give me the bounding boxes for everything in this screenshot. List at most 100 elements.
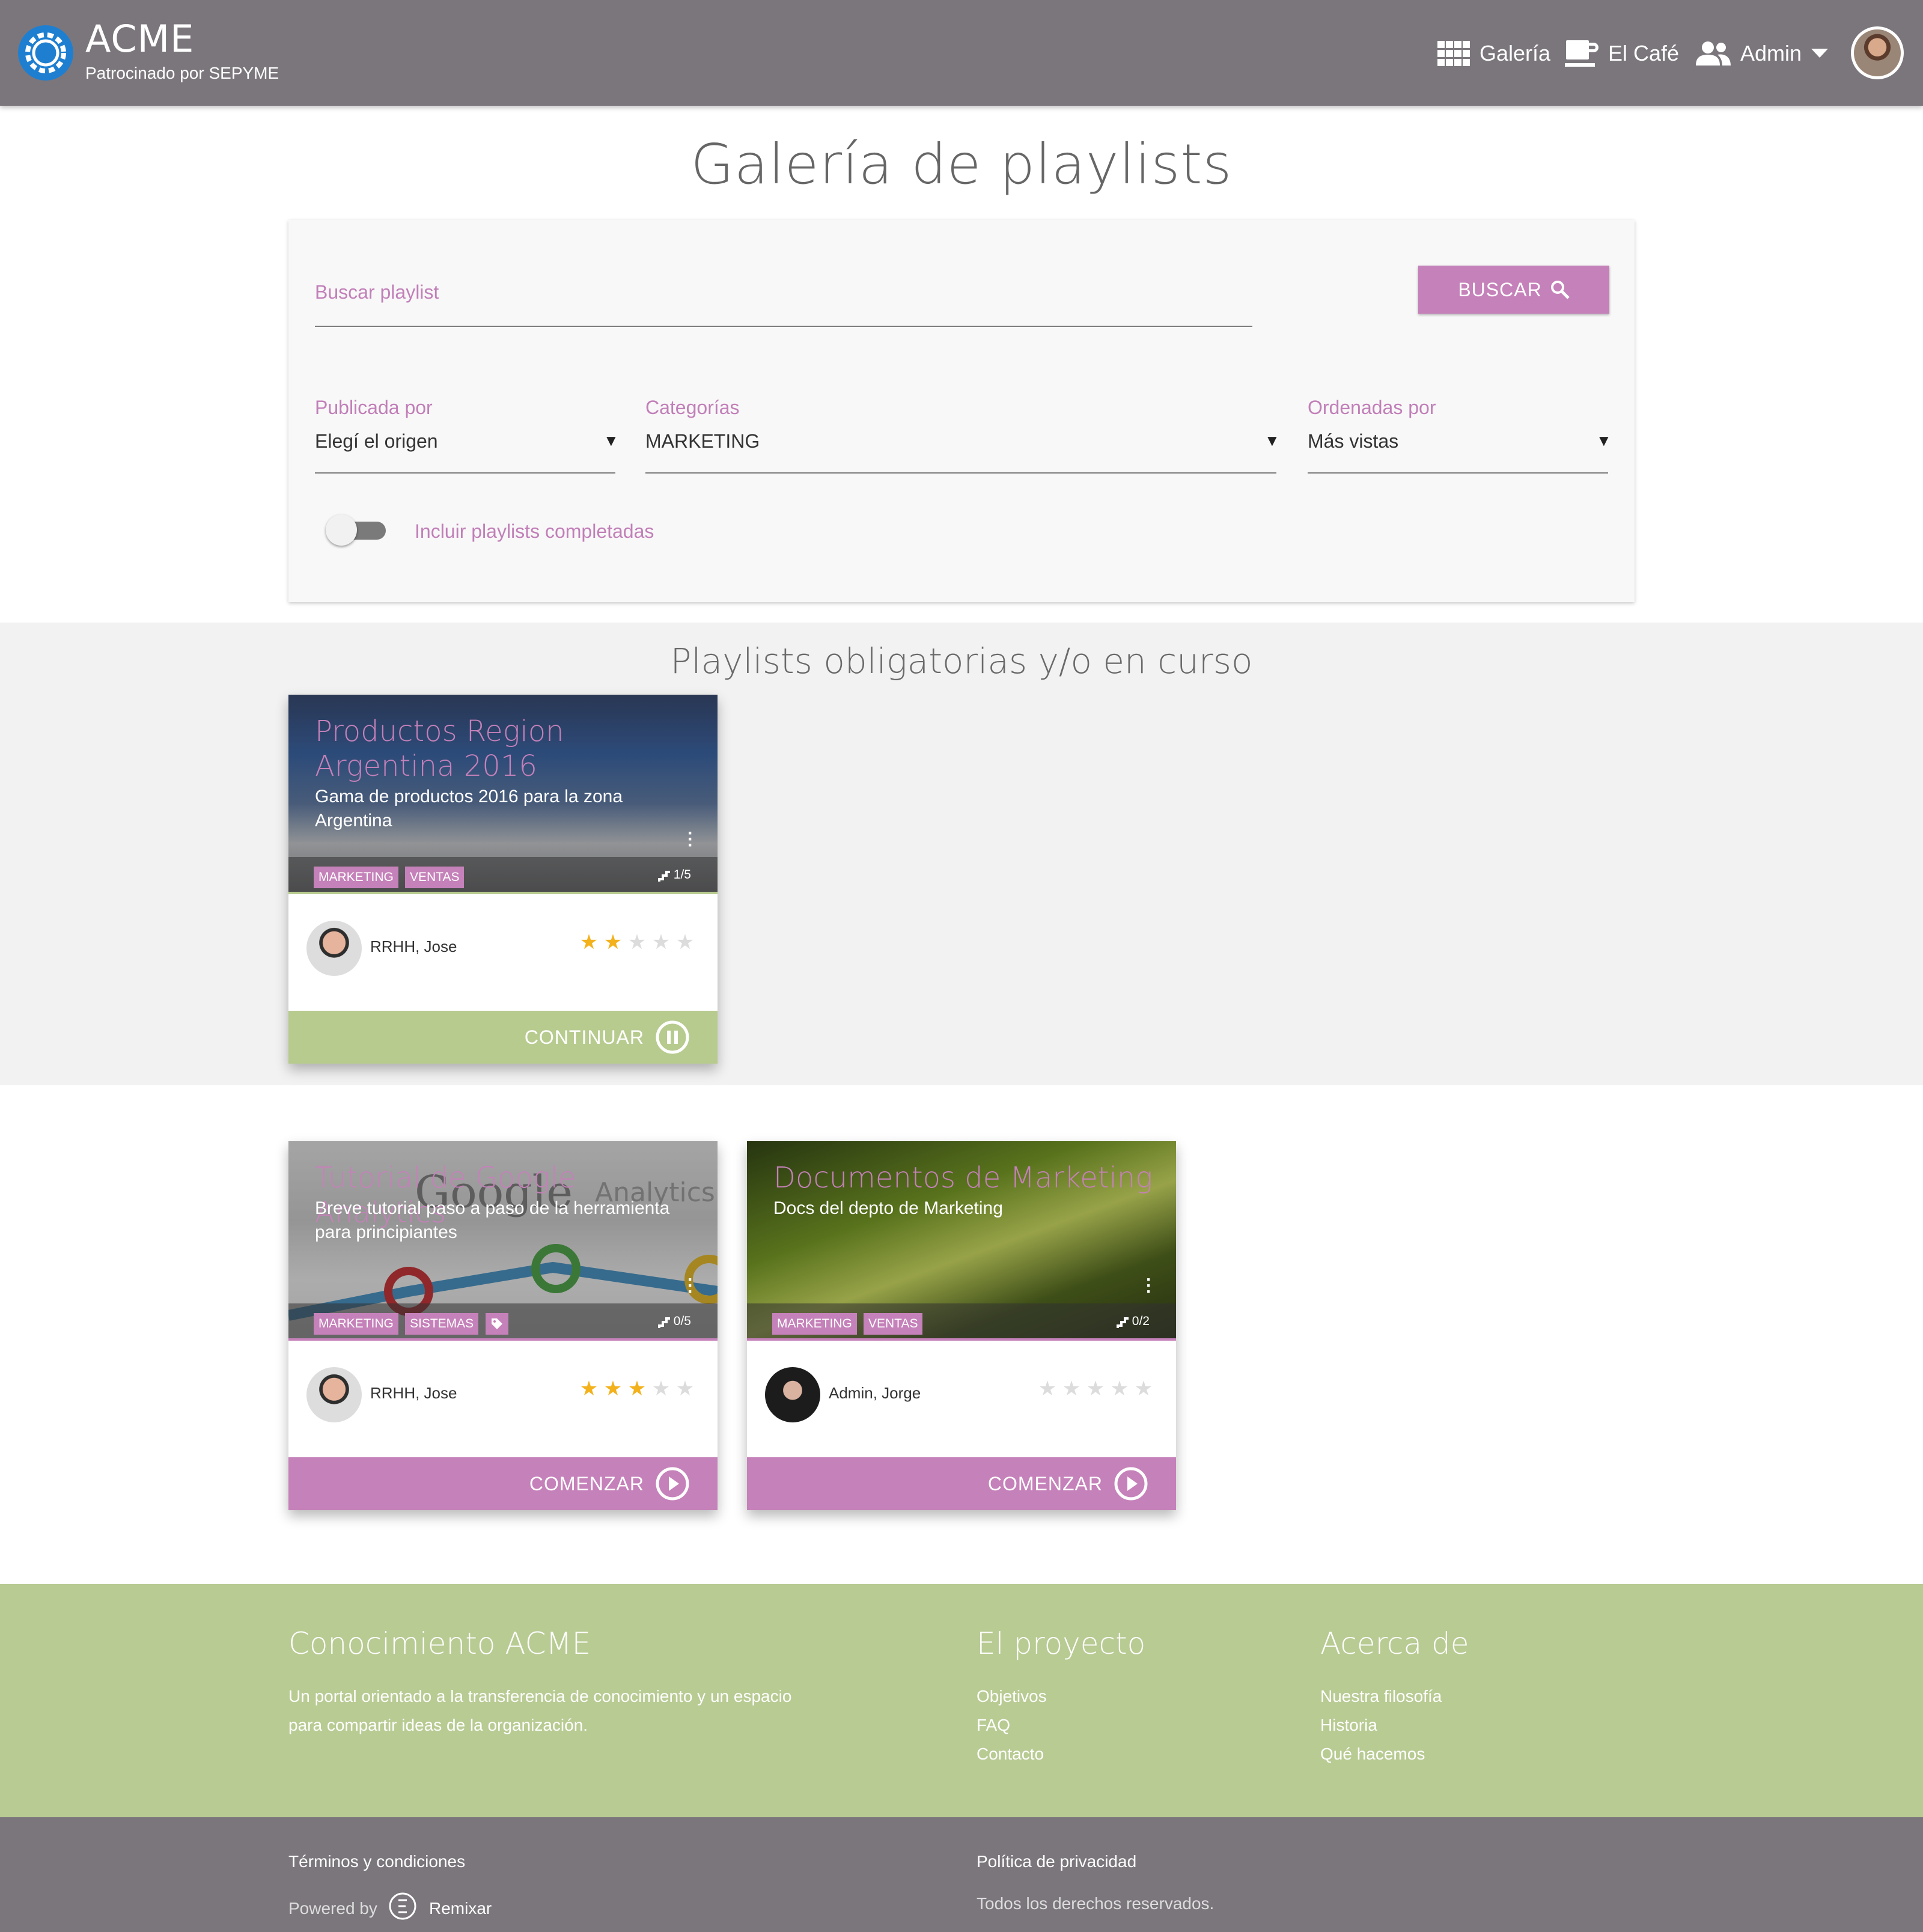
nav-galeria-label: Galería	[1480, 41, 1551, 66]
star-icon[interactable]: ★	[673, 1377, 697, 1401]
more-vert-icon[interactable]: · · ·	[687, 824, 693, 855]
stairs-icon	[654, 1315, 670, 1328]
star-icon[interactable]: ★	[625, 1377, 649, 1401]
footer-link-que-hacemos[interactable]: Qué hacemos	[1320, 1739, 1425, 1769]
star-icon[interactable]: ★	[625, 930, 649, 954]
powered-by-text: Powered by	[288, 1899, 377, 1918]
nav-el-cafe[interactable]: El Café	[1565, 37, 1679, 70]
footer-top: Conocimiento ACME Un portal orientado a …	[0, 1584, 1923, 1817]
dropdown-arrow-icon: ▼	[603, 431, 619, 449]
tag-badge[interactable]: VENTAS	[864, 1313, 923, 1335]
filter-underline	[1308, 472, 1608, 474]
search-button-label: BUSCAR	[1458, 278, 1542, 300]
star-icon[interactable]: ★	[601, 1377, 625, 1401]
filter-publicada-por-label: Publicada por	[315, 397, 433, 418]
tag-badge[interactable]: MARKETING	[314, 867, 398, 888]
more-vert-icon[interactable]: · · ·	[687, 1271, 693, 1301]
footer-link-objetivos[interactable]: Objetivos	[977, 1681, 1047, 1711]
card-divider	[288, 892, 718, 894]
playlist-title[interactable]: Documentos de Marketing	[773, 1160, 1158, 1195]
card-divider	[747, 1338, 1176, 1341]
remixar-brand[interactable]: Remixar	[429, 1899, 492, 1918]
search-input[interactable]	[315, 278, 1252, 306]
playlist-card[interactable]: Google Analytics Tutorial de Google Anal…	[288, 1141, 718, 1510]
playlist-progress: 1/5	[654, 868, 691, 882]
start-button[interactable]: COMENZAR	[747, 1457, 1176, 1510]
star-icon[interactable]: ★	[649, 930, 673, 954]
play-circle-icon	[1114, 1466, 1148, 1501]
continue-button[interactable]: CONTINUAR	[288, 1011, 718, 1064]
acme-logo-icon[interactable]	[18, 25, 73, 81]
author-name: Admin, Jorge	[829, 1384, 921, 1402]
more-vert-icon[interactable]: · · ·	[1146, 1271, 1152, 1301]
playlist-progress: 0/5	[654, 1314, 691, 1329]
filter-ordenadas-por-value: Más vistas	[1308, 430, 1399, 452]
playlist-description: Gama de productos 2016 para la zona Arge…	[315, 787, 623, 830]
footer-link-historia[interactable]: Historia	[1320, 1710, 1377, 1740]
nav-galeria[interactable]: Galería	[1437, 37, 1550, 70]
footer-about-title: Conocimiento ACME	[288, 1626, 591, 1661]
author-name: RRHH, Jose	[370, 937, 457, 955]
footer-about-text-line2: para compartir ideas de la organización.	[288, 1716, 588, 1734]
author-name: RRHH, Jose	[370, 1384, 457, 1402]
include-completed-toggle[interactable]	[326, 514, 388, 546]
playlist-title[interactable]: Productos Region Argentina 2016	[315, 714, 699, 784]
pause-circle-icon	[655, 1020, 690, 1055]
rating-stars[interactable]: ★ ★ ★ ★ ★	[577, 1377, 697, 1401]
author-avatar	[306, 921, 362, 976]
brand-name[interactable]: ACME	[85, 17, 194, 61]
star-icon[interactable]: ★	[1132, 1377, 1156, 1401]
rating-stars[interactable]: ★ ★ ★ ★ ★	[1035, 1377, 1156, 1401]
tag-badge[interactable]: VENTAS	[405, 867, 465, 888]
footer-about-text-line1: Un portal orientado a la transferencia d…	[288, 1687, 792, 1705]
star-icon[interactable]: ★	[1035, 1377, 1059, 1401]
playlist-card[interactable]: Documentos de Marketing Docs del depto d…	[747, 1141, 1176, 1510]
tag-badge[interactable]: MARKETING	[314, 1313, 398, 1335]
star-icon[interactable]: ★	[649, 1377, 673, 1401]
stairs-icon	[654, 868, 670, 882]
playlist-progress-text: 0/2	[1132, 1314, 1150, 1328]
filter-categorias-value: MARKETING	[645, 430, 760, 452]
in-progress-title: Playlists obligatorias y/o en curso	[670, 641, 1253, 681]
star-icon[interactable]: ★	[1108, 1377, 1132, 1401]
people-icon	[1696, 40, 1731, 67]
include-completed-label[interactable]: Incluir playlists completadas	[415, 520, 654, 543]
play-circle-icon	[655, 1466, 690, 1501]
footer-project-title: El proyecto	[977, 1626, 1146, 1661]
star-icon[interactable]: ★	[673, 930, 697, 954]
tag-icon[interactable]	[486, 1313, 508, 1335]
dropdown-arrow-icon: ▼	[1264, 431, 1280, 449]
search-panel: BUSCAR Publicada por Elegí el origen ▼ C…	[288, 220, 1635, 602]
start-button[interactable]: COMENZAR	[288, 1457, 718, 1510]
chevron-down-icon	[1811, 49, 1829, 58]
tag-badge[interactable]: SISTEMAS	[405, 1313, 479, 1335]
author-avatar	[306, 1367, 362, 1422]
privacy-link[interactable]: Política de privacidad	[977, 1852, 1136, 1871]
star-icon[interactable]: ★	[1059, 1377, 1083, 1401]
page-title: Galería de playlists	[690, 132, 1233, 197]
footer-link-faq[interactable]: FAQ	[977, 1710, 1010, 1740]
rights-text: Todos los derechos reservados.	[977, 1894, 1214, 1913]
search-button[interactable]: BUSCAR	[1418, 266, 1609, 314]
nav-admin-label: Admin	[1740, 41, 1802, 66]
star-icon[interactable]: ★	[601, 930, 625, 954]
nav-admin-menu[interactable]: Admin	[1696, 37, 1829, 70]
terms-link[interactable]: Términos y condiciones	[288, 1852, 465, 1871]
star-icon[interactable]: ★	[577, 930, 601, 954]
grid-icon	[1437, 41, 1470, 66]
user-avatar[interactable]	[1851, 26, 1904, 79]
footer-link-contacto[interactable]: Contacto	[977, 1739, 1044, 1769]
tag-badge[interactable]: MARKETING	[772, 1313, 857, 1335]
remixar-logo-icon[interactable]	[388, 1892, 417, 1921]
star-icon[interactable]: ★	[577, 1377, 601, 1401]
playlist-card[interactable]: Productos Region Argentina 2016 Gama de …	[288, 695, 718, 1064]
start-button-label: COMENZAR	[987, 1472, 1103, 1495]
playlist-progress: 0/2	[1112, 1314, 1150, 1329]
star-icon[interactable]: ★	[1083, 1377, 1108, 1401]
footer-link-filosofia[interactable]: Nuestra filosofía	[1320, 1681, 1442, 1711]
rating-stars[interactable]: ★ ★ ★ ★ ★	[577, 930, 697, 954]
playlist-progress-text: 0/5	[673, 1314, 691, 1328]
stairs-icon	[1112, 1315, 1129, 1328]
filter-categorias-label: Categorías	[645, 397, 740, 418]
card-divider	[288, 1338, 718, 1341]
